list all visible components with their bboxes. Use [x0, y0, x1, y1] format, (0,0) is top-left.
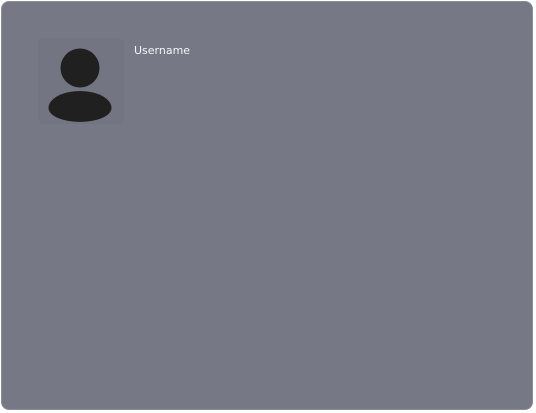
user-silhouette-icon — [48, 48, 112, 122]
avatar[interactable] — [38, 38, 124, 124]
profile-card: Username — [1, 1, 533, 410]
username-label: Username — [134, 44, 191, 57]
